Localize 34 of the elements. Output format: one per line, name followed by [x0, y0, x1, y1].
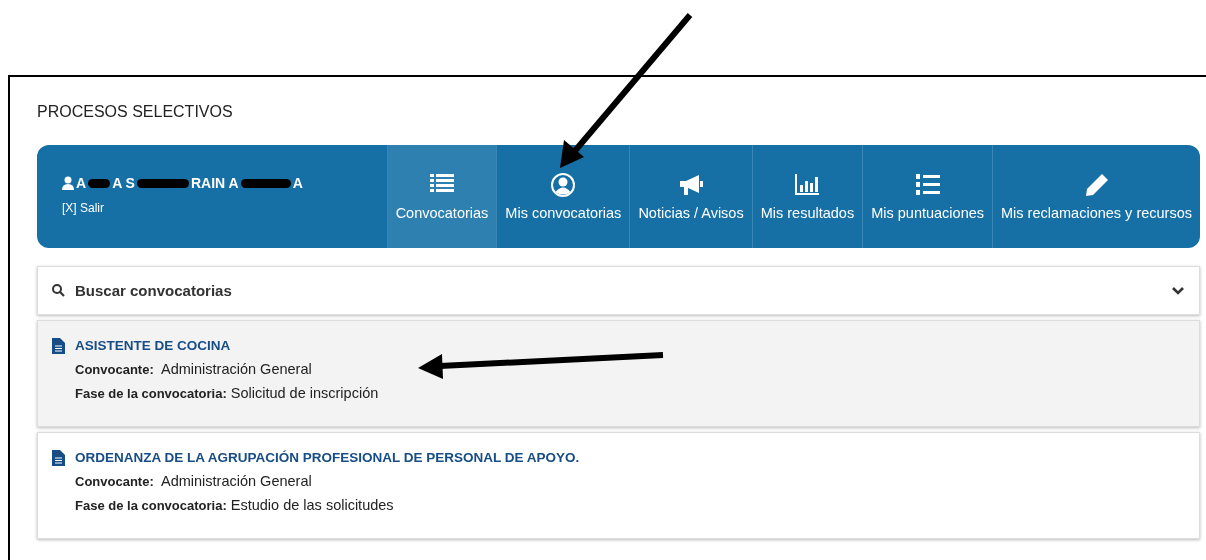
redaction-mark	[240, 178, 291, 188]
document-icon	[52, 450, 65, 466]
user-name: A	[292, 175, 303, 191]
user-name: A S	[112, 175, 135, 191]
numbered-list-icon	[914, 172, 941, 197]
nav-tab[interactable]: Noticias / Avisos	[629, 145, 752, 248]
pencil-icon	[1083, 172, 1110, 197]
call-card[interactable]: ASISTENTE DE COCINA Convocante: Administración General Fase de la convocatoria: Solicitud de inscripción	[37, 320, 1200, 427]
nav-tab[interactable]: Mis reclamaciones y recursos	[992, 145, 1200, 248]
user-circle-icon	[550, 172, 577, 197]
redaction-mark	[88, 178, 111, 188]
user-icon	[62, 176, 74, 190]
phase-line: Fase de la convocatoria: Solicitud de inscripción	[75, 385, 379, 401]
bar-chart-icon	[794, 172, 821, 197]
redaction-mark	[136, 178, 189, 188]
search-panel[interactable]: Buscar convocatorias	[37, 266, 1200, 315]
user-name: RAIN A	[190, 175, 239, 191]
convener-line: Convocante: Administración General	[75, 361, 313, 377]
document-icon	[52, 338, 65, 354]
convener-line: Convocante: Administración General	[75, 473, 313, 489]
call-title[interactable]: ORDENANZA DE LA AGRUPACIÓN PROFESIONAL DE PERSONAL DE APOYO.	[75, 450, 580, 465]
nav-tab[interactable]: Mis puntuaciones	[862, 145, 992, 248]
logout-link[interactable]: [X] Salir	[62, 201, 104, 215]
search-label: Buscar convocatorias	[75, 282, 233, 299]
chevron-icon	[1171, 285, 1185, 296]
phase-line: Fase de la convocatoria: Estudio de las solicitudes	[75, 497, 395, 513]
nav-tab[interactable]: Mis resultados	[751, 145, 863, 248]
call-card[interactable]: ORDENANZA DE LA AGRUPACIÓN PROFESIONAL DE PERSONAL DE APOYO. Convocante: Administración General Fase de la convocatoria: Estudio de las solicitudes	[37, 432, 1200, 539]
megaphone-icon	[678, 172, 705, 197]
page-title: PROCESOS SELECTIVOS	[37, 103, 234, 121]
search-icon	[52, 284, 65, 297]
nav-tab[interactable]: Convocatorias	[386, 145, 497, 248]
call-title[interactable]: ASISTENTE DE COCINA	[75, 338, 379, 353]
user-name: A	[76, 175, 87, 191]
